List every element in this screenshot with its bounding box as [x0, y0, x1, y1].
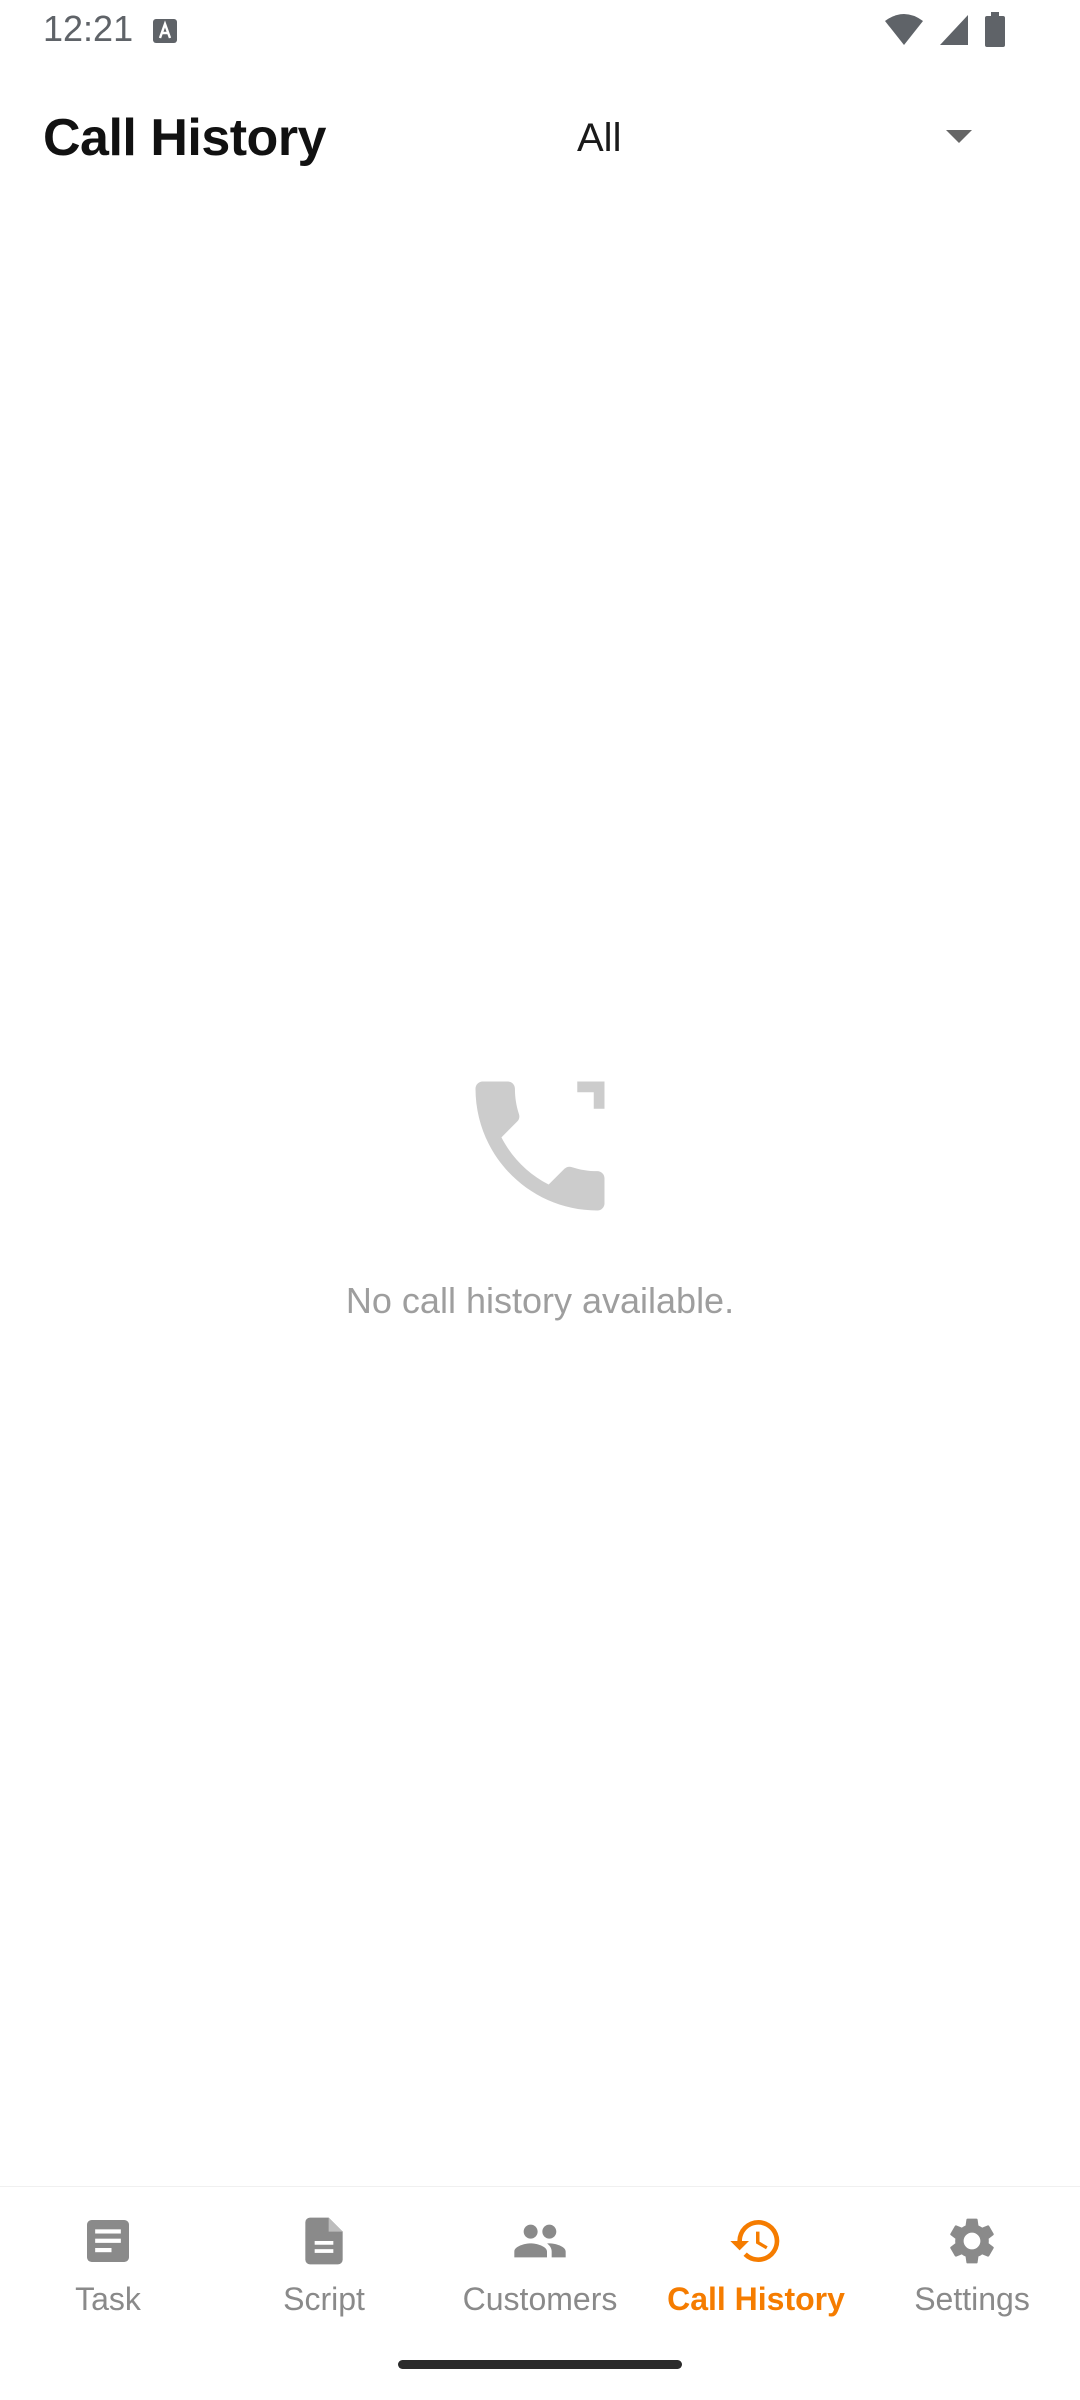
filter-selected-value: All	[577, 116, 622, 160]
cell-signal-icon	[940, 15, 968, 45]
screen: 12:21 Call History All No call history a…	[0, 0, 1080, 2400]
people-icon	[514, 2224, 566, 2258]
nav-item-task[interactable]: Task	[0, 2187, 216, 2356]
document-icon	[305, 2217, 343, 2265]
app-header: Call History All	[0, 90, 1080, 190]
empty-state: No call history available.	[0, 1060, 1080, 1322]
status-time: 12:21	[43, 8, 134, 49]
home-indicator[interactable]	[398, 2360, 682, 2369]
empty-state-message: No call history available.	[345, 1280, 735, 1321]
history-icon	[730, 2220, 780, 2262]
bottom-navigation: Task Script Customers Call History Setti…	[0, 2186, 1080, 2356]
nav-item-settings[interactable]: Settings	[864, 2187, 1080, 2356]
dropdown-arrow-icon	[946, 130, 972, 143]
nav-item-call-history[interactable]: Call History	[648, 2187, 864, 2356]
wifi-icon	[885, 14, 923, 45]
nav-label-settings: Settings	[914, 2281, 1030, 2317]
nav-label-task: Task	[75, 2281, 141, 2317]
status-bar: 12:21	[0, 0, 1080, 62]
keyboard-a-icon	[153, 19, 177, 43]
phone-callback-icon	[475, 1081, 605, 1211]
nav-label-customers: Customers	[462, 2281, 618, 2317]
nav-label-call-history: Call History	[667, 2281, 845, 2317]
call-filter-dropdown[interactable]: All	[560, 90, 1020, 190]
battery-icon	[985, 12, 1005, 47]
nav-item-customers[interactable]: Customers	[432, 2187, 648, 2356]
status-icons	[884, 12, 1006, 48]
page-title: Call History	[43, 109, 326, 167]
nav-item-script[interactable]: Script	[216, 2187, 432, 2356]
nav-label-script: Script	[283, 2281, 365, 2317]
gear-icon	[950, 2218, 994, 2264]
list-icon	[87, 2220, 129, 2262]
